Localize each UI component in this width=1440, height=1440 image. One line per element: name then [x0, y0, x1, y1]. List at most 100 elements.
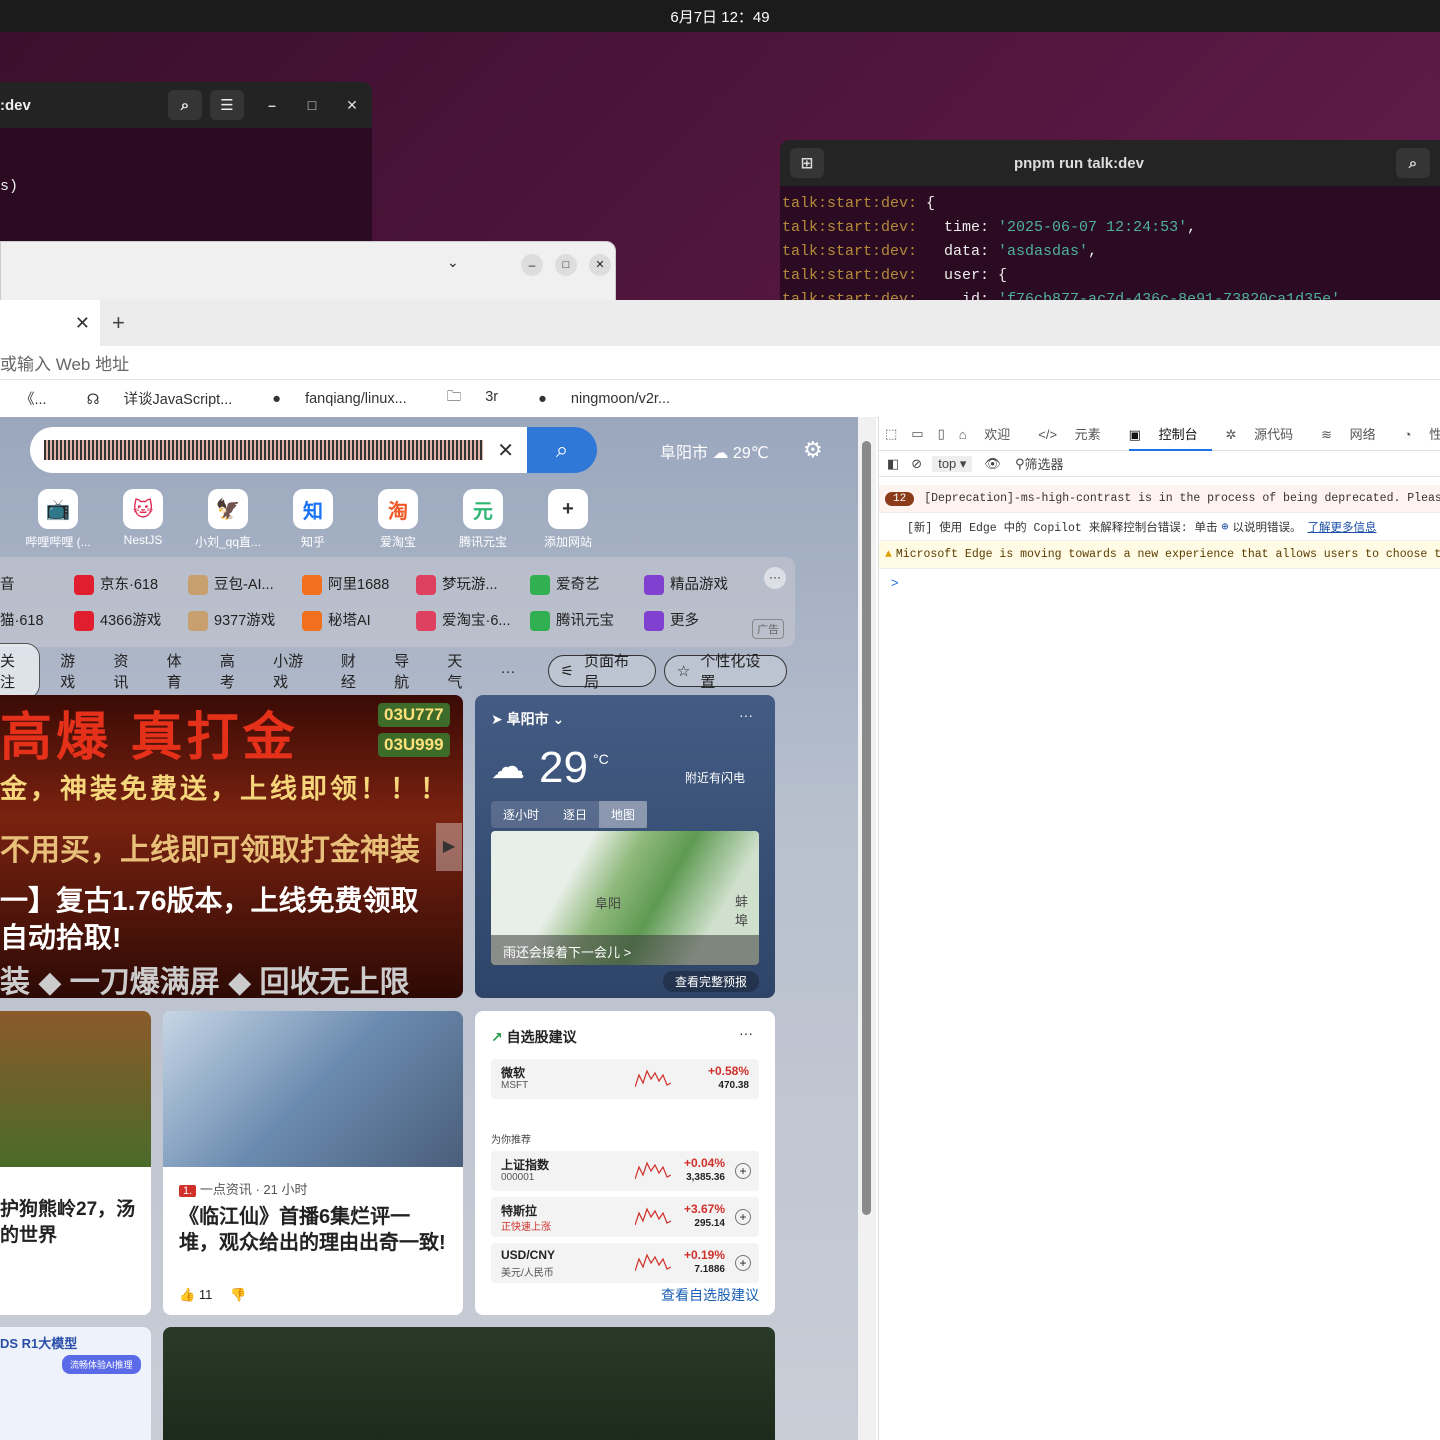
console-prompt[interactable]: >	[879, 569, 1440, 596]
more-icon[interactable]: ···	[739, 707, 753, 723]
quick-link-tile[interactable]: 🦅 小刘_qq直...	[186, 489, 270, 550]
quick-link-tile[interactable]: 知知乎	[271, 489, 355, 550]
devtools-tab[interactable]: </> 元素	[1038, 424, 1114, 443]
sponsored-link[interactable]: 爱淘宝·6...	[416, 609, 510, 632]
inspect-icon[interactable]: ⬚	[885, 426, 897, 442]
learn-more-link[interactable]: 了解更多信息	[1307, 519, 1376, 535]
add-stock-icon[interactable]: +	[735, 1163, 751, 1179]
add-stock-icon[interactable]: +	[735, 1209, 751, 1225]
close-icon[interactable]: ✕	[75, 313, 90, 334]
weather-tab[interactable]: 地图	[599, 801, 648, 828]
ad-banner[interactable]: 高爆 真打金 03U777 03U999 金，神装免费送，上线即领！！！ 不用买…	[0, 695, 463, 998]
ai-card[interactable]: DS R1大模型 流畅体验AI推理	[0, 1327, 151, 1440]
weather-card[interactable]: ➤ 阜阳市 ⌄ ··· ☁ 29 °C 附近有闪电 逐小时 逐日 地图 阜阳 蚌埠 …	[475, 695, 775, 998]
feed-category[interactable]: 导航	[394, 650, 423, 692]
quick-link-tile[interactable]: 淘爱淘宝	[356, 489, 440, 550]
close-icon[interactable]: ✕	[341, 94, 363, 116]
devtools-tab[interactable]: ⌂ 欢迎	[959, 424, 1024, 443]
full-forecast-link[interactable]: 查看完整预报	[662, 971, 759, 992]
sponsored-link[interactable]: 爱奇艺	[530, 573, 600, 596]
quick-link-tile[interactable]: 元腾讯元宝	[441, 489, 525, 550]
address-input[interactable]: 或输入 Web 地址	[0, 350, 129, 375]
favorite-item[interactable]: 🗀 3r	[447, 386, 518, 411]
menu-icon[interactable]: ☰	[210, 90, 244, 120]
map-caption[interactable]: 雨还会接着下一会儿 >	[491, 935, 759, 965]
close-icon[interactable]: ✕	[589, 254, 611, 276]
maximize-icon[interactable]: □	[301, 94, 323, 116]
maximize-icon[interactable]: □	[555, 254, 577, 276]
feed-category[interactable]: 财经	[341, 650, 370, 692]
sponsored-link[interactable]: 腾讯元宝	[530, 609, 614, 632]
stock-card[interactable]: ↗ 自选股建议 ··· 为你推荐 微软 MSFT +0.58% 470.38 上证指数 0…	[475, 1011, 775, 1315]
favorite-item[interactable]: ☊ 详谈JavaScript...	[87, 388, 253, 409]
more-stocks-link[interactable]: 查看自选股建议	[661, 1285, 759, 1305]
feed-category[interactable]: 小游戏	[273, 650, 317, 692]
sponsored-link[interactable]: 阿里1688	[302, 573, 389, 596]
quick-link-tile[interactable]: + 添加网站	[526, 489, 610, 550]
sponsored-link[interactable]: 秘塔AI	[302, 609, 371, 632]
favorite-item[interactable]: 《...	[0, 388, 67, 409]
filter-input[interactable]: 筛选器	[1024, 454, 1063, 473]
eye-icon[interactable]: 👁	[984, 456, 1001, 472]
news-card[interactable]: 护狗熊岭27，汤的世界	[0, 1011, 151, 1315]
stock-row[interactable]: 上证指数 000001 +0.04% 3,385.36 +	[491, 1151, 759, 1191]
feed-category[interactable]: 高考	[220, 650, 249, 692]
clock[interactable]: 6月7日 12：49	[670, 6, 769, 27]
next-slide-button[interactable]: ▶	[436, 823, 462, 871]
sponsored-link[interactable]: 4366游戏	[74, 609, 161, 632]
sponsored-link[interactable]: 豆包-AI...	[188, 573, 274, 596]
favorite-item[interactable]: ● fanqiang/linux...	[272, 391, 426, 407]
search-box[interactable]: ✕	[30, 427, 528, 473]
devtools-tab[interactable]: ✲ 源代码	[1226, 424, 1308, 443]
chevron-down-icon[interactable]: ⌄	[447, 254, 459, 271]
sponsored-link[interactable]: 精品游戏	[644, 573, 728, 596]
more-icon[interactable]: ···	[739, 1025, 753, 1041]
stock-row[interactable]: 特斯拉 正快速上涨 +3.67% 295.14 +	[491, 1197, 759, 1237]
quick-link-tile[interactable]: 🐱 NestJS	[101, 489, 185, 547]
search-icon[interactable]: ⌕	[1396, 148, 1430, 178]
weather-tab[interactable]: 逐小时	[491, 801, 551, 828]
add-stock-icon[interactable]: +	[735, 1255, 751, 1271]
devtools-tab[interactable]: ≋ 网络	[1321, 424, 1390, 443]
new-tab-icon[interactable]: ⊞	[790, 148, 824, 178]
news-card-photo[interactable]	[163, 1327, 775, 1440]
feed-category[interactable]: 资讯	[113, 650, 142, 692]
quick-link-tile[interactable]: 📺 哔哩哔哩 (...	[16, 489, 100, 550]
device-icon[interactable]: ▭	[911, 426, 923, 442]
sponsored-link[interactable]: 梦玩游...	[416, 573, 498, 596]
copilot-icon[interactable]: ⊕	[1222, 519, 1229, 534]
feed-category[interactable]: 体育	[167, 650, 196, 692]
news-card[interactable]: 1. 一点资讯 · 21 小时 《临江仙》首播6集烂评一堆，观众给出的理由出奇一…	[163, 1011, 463, 1315]
console-message[interactable]: 12 [Deprecation]-ms-high-contrast is in …	[879, 485, 1440, 513]
sponsored-link[interactable]: 更多	[644, 609, 699, 632]
feed-category[interactable]: 天气	[447, 650, 476, 692]
clear-icon[interactable]: ✕	[497, 438, 514, 463]
clear-console-icon[interactable]: ⊘	[911, 456, 922, 472]
stock-row[interactable]: USD/CNY 美元/人民币 +0.19% 7.1886 +	[491, 1243, 759, 1283]
sponsored-link[interactable]: 京东·618	[74, 573, 158, 596]
thumbs-down-icon[interactable]: 👎	[230, 1287, 246, 1302]
context-select[interactable]: top ▾	[932, 455, 973, 472]
sidebar-icon[interactable]: ◧	[887, 456, 899, 472]
console-message[interactable]: ▲ Microsoft Edge is moving towards a new…	[879, 541, 1440, 569]
devtools-tab[interactable]: ▣ 控制台	[1128, 424, 1212, 451]
thumbs-up-icon[interactable]: 👍	[179, 1287, 199, 1302]
favorite-item[interactable]: ● ningmoon/v2r...	[538, 391, 690, 407]
sponsored-link[interactable]: 音	[0, 573, 15, 594]
personalize-button[interactable]: ☆ 个性化设置	[663, 653, 787, 691]
weather-widget[interactable]: 阜阳市 ☁ 29℃	[660, 439, 769, 463]
stock-row[interactable]: 微软 MSFT +0.58% 470.38	[491, 1059, 759, 1099]
feed-category[interactable]: ···	[501, 663, 516, 680]
lightning-alert[interactable]: 附近有闪电	[685, 769, 745, 786]
gear-icon[interactable]: ⚙	[803, 437, 823, 463]
search-button[interactable]: ⌕	[527, 427, 597, 473]
search-input[interactable]	[44, 440, 484, 460]
minimize-icon[interactable]: –	[521, 254, 543, 276]
feed-category[interactable]: 游戏	[60, 650, 89, 692]
browser-tab[interactable]: ✕	[0, 300, 100, 346]
sponsored-link[interactable]: 猫·618	[0, 609, 44, 630]
feed-category[interactable]: 关注	[0, 643, 41, 699]
more-icon[interactable]: ···	[764, 567, 786, 589]
address-bar[interactable]: 或输入 Web 地址	[0, 346, 1440, 380]
scrollbar-thumb[interactable]	[862, 441, 871, 1215]
